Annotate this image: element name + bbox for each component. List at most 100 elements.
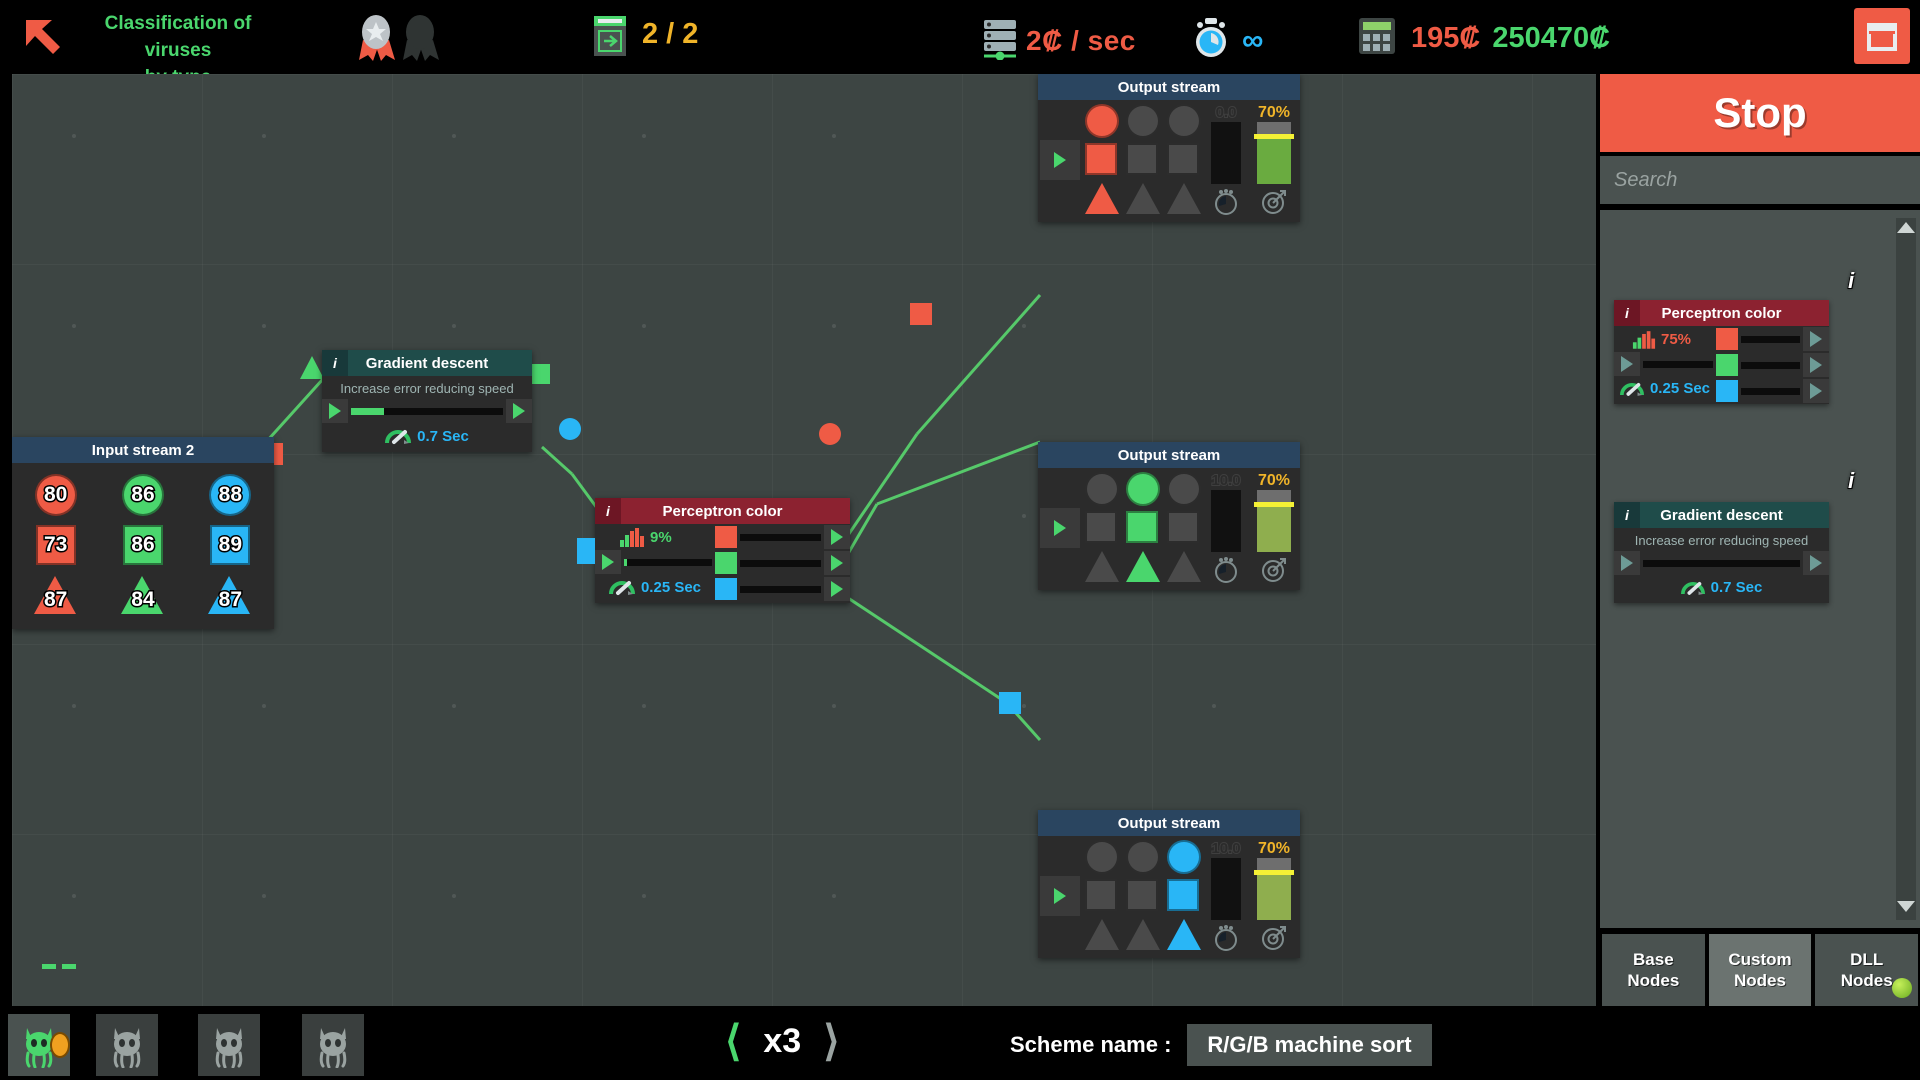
input-cell-circle-red[interactable]: 80 — [34, 473, 78, 517]
palette-slider-track[interactable] — [1643, 361, 1713, 368]
output-input-port[interactable] — [1038, 104, 1082, 216]
input-cell-square-blue[interactable]: 89 — [208, 523, 252, 567]
green-output-track[interactable] — [1741, 362, 1800, 369]
gradient-slider-row[interactable] — [322, 399, 532, 423]
palette-info-icon-2[interactable]: i — [1848, 468, 1854, 494]
stop-button[interactable]: Stop — [1600, 74, 1920, 152]
palette-info-icon-1[interactable]: i — [1848, 268, 1854, 294]
input-cell-square-red[interactable]: 73 — [34, 523, 78, 567]
speed-increase-chevron[interactable]: ⟩ — [823, 1018, 839, 1064]
input-cell-triangle-green[interactable]: 84 — [121, 573, 165, 617]
perceptron-output-red[interactable] — [715, 524, 850, 550]
output-stream-node-3[interactable]: Output stream 10.0 — [1038, 810, 1300, 958]
palette-gradient-slider-row[interactable] — [1614, 551, 1829, 575]
top-bar: Classification of viruses by type — [0, 0, 1920, 74]
cat-slot-4[interactable] — [302, 1014, 364, 1076]
output-counter-value: 10.0 — [1211, 472, 1240, 490]
scroll-up-arrow-icon[interactable] — [1897, 222, 1915, 233]
cat-slot-2[interactable] — [96, 1014, 158, 1076]
scheme-name-value[interactable]: R/G/B machine sort — [1187, 1024, 1431, 1066]
input-stream-node[interactable]: Input stream 2 80 86 88 73 — [12, 437, 274, 629]
output-input-port[interactable] — [1038, 472, 1082, 584]
red-output-track[interactable] — [740, 534, 821, 541]
palette-speed-value: 0.25 Sec — [1650, 380, 1710, 397]
palette-slider-port[interactable] — [1614, 352, 1640, 376]
perceptron-speed-value: 0.25 Sec — [641, 579, 701, 596]
output-target-group: 70% — [1248, 104, 1300, 216]
exit-door-icon[interactable] — [1854, 8, 1910, 64]
palette-slider-row[interactable] — [1614, 352, 1716, 376]
speed-decrease-chevron[interactable]: ⟨ — [725, 1018, 741, 1064]
palette-perceptron-header: i Perceptron color — [1614, 300, 1829, 326]
blue-output-port[interactable] — [1803, 379, 1829, 403]
palette-output-green[interactable] — [1716, 352, 1829, 378]
red-output-port[interactable] — [824, 525, 850, 549]
node-palette[interactable]: i i i Perceptron color — [1600, 210, 1920, 928]
output-stream-node-2[interactable]: Output stream 10.0 — [1038, 442, 1300, 590]
palette-gradient-speed-value: 0.7 Sec — [1711, 579, 1763, 596]
palette-gradient-output-port[interactable] — [1803, 551, 1829, 575]
server-rack-icon — [980, 16, 1020, 65]
tab-dll-nodes[interactable]: DLL Nodes — [1815, 934, 1918, 1006]
blue-output-port[interactable] — [824, 577, 850, 601]
output-input-port[interactable] — [1038, 840, 1082, 952]
palette-gradient-subtitle: Increase error reducing speed — [1614, 528, 1829, 551]
tab-custom-nodes[interactable]: Custom Nodes — [1709, 934, 1812, 1006]
info-icon[interactable]: i — [595, 498, 621, 524]
input-cell-square-green[interactable]: 86 — [121, 523, 165, 567]
level-progress-text: 2 / 2 — [642, 18, 698, 51]
search-box[interactable] — [1600, 156, 1920, 204]
cat-slot-1[interactable] — [8, 1014, 70, 1076]
clock-icon — [1212, 556, 1240, 584]
palette-scrollbar[interactable] — [1896, 218, 1916, 920]
perceptron-body: 9% 0.25 Sec — [595, 524, 850, 603]
palette-item-gradient-descent[interactable]: i Gradient descent Increase error reduci… — [1614, 502, 1829, 603]
gradient-input-port[interactable] — [322, 399, 348, 423]
input-cell-triangle-red[interactable]: 87 — [34, 573, 78, 617]
output-stream-node-1[interactable]: Output stream 0.0 — [1038, 74, 1300, 222]
green-output-port[interactable] — [1803, 353, 1829, 377]
input-cell-triangle-blue[interactable]: 87 — [208, 573, 252, 617]
blue-output-track[interactable] — [1741, 388, 1800, 395]
node-graph-canvas[interactable]: Input stream 2 80 86 88 73 — [12, 74, 1596, 1006]
input-stream-header: Input stream 2 — [12, 437, 274, 463]
input-cell-circle-green[interactable]: 86 — [121, 473, 165, 517]
info-icon[interactable]: i — [322, 350, 348, 376]
green-output-port[interactable] — [824, 551, 850, 575]
input-cell-circle-blue[interactable]: 88 — [208, 473, 252, 517]
perceptron-output-blue[interactable] — [715, 576, 850, 602]
timer-group: ∞ — [1190, 16, 1263, 65]
gradient-descent-node[interactable]: i Gradient descent Increase error reduci… — [322, 350, 532, 452]
green-output-track[interactable] — [740, 560, 821, 567]
blue-output-track[interactable] — [740, 586, 821, 593]
palette-output-red[interactable] — [1716, 326, 1829, 352]
info-icon[interactable]: i — [1614, 300, 1640, 326]
palette-gradient-track[interactable] — [1643, 560, 1800, 567]
output-target-pct: 70% — [1258, 104, 1290, 122]
gauge-icon — [385, 427, 411, 445]
output-stream-body: 0.0 70% — [1038, 100, 1300, 222]
info-icon[interactable]: i — [1614, 502, 1640, 528]
perceptron-input-port[interactable] — [577, 538, 595, 564]
back-arrow-icon[interactable] — [22, 16, 66, 60]
perceptron-slider-port[interactable] — [595, 550, 621, 574]
perceptron-slider-track[interactable] — [624, 559, 712, 566]
gradient-slider-track[interactable] — [351, 408, 503, 415]
tab-base-nodes[interactable]: Base Nodes — [1602, 934, 1705, 1006]
bar-chart-icon — [619, 527, 645, 547]
search-input[interactable] — [1614, 169, 1920, 192]
blue-swatch — [715, 578, 737, 600]
palette-gradient-input-port[interactable] — [1614, 551, 1640, 575]
red-output-port[interactable] — [1803, 327, 1829, 351]
cat-slot-3[interactable] — [198, 1014, 260, 1076]
input-cell-value: 84 — [131, 588, 154, 612]
perceptron-color-node[interactable]: i Perceptron color 9% — [595, 498, 850, 603]
perceptron-slider-row[interactable] — [595, 550, 715, 574]
output-counter-group: 0.0 — [1204, 104, 1248, 216]
scroll-down-arrow-icon[interactable] — [1897, 901, 1915, 912]
palette-item-perceptron-color[interactable]: i Perceptron color — [1614, 300, 1829, 404]
perceptron-output-green[interactable] — [715, 550, 850, 576]
gradient-output-port[interactable] — [506, 399, 532, 423]
palette-output-blue[interactable] — [1716, 378, 1829, 404]
red-output-track[interactable] — [1741, 336, 1800, 343]
